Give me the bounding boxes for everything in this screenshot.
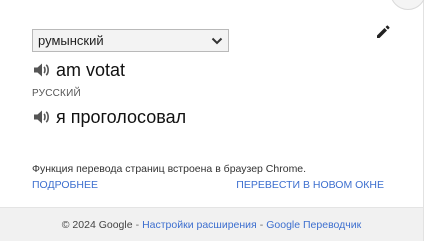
footer-separator: - xyxy=(135,218,140,231)
learn-more-link[interactable]: ПОДРОБНЕЕ xyxy=(32,179,98,191)
source-text: am votat xyxy=(56,60,126,80)
copyright-text: © 2024 Google xyxy=(61,218,133,231)
translate-new-window-link[interactable]: ПЕРЕВЕСТИ В НОВОМ ОКНЕ xyxy=(236,179,384,191)
target-language-label: РУССКИЙ xyxy=(32,88,81,99)
source-row: am votat xyxy=(33,60,125,80)
toolbar-button-edge xyxy=(390,0,425,10)
translated-text: я проголосовал xyxy=(56,107,187,127)
google-translate-link[interactable]: Google Переводчик xyxy=(266,219,361,231)
footer-separator: - xyxy=(259,218,264,231)
translate-popup: румынский am votat РУССКИЙ я проголосова… xyxy=(0,0,425,241)
source-language-select[interactable]: румынский xyxy=(32,29,229,52)
chrome-translate-info: Функция перевода страниц встроена в брау… xyxy=(32,163,307,175)
speaker-icon[interactable] xyxy=(33,109,51,125)
extension-settings-link[interactable]: Настройки расширения xyxy=(142,219,257,231)
footer: © 2024 Google - Настройки расширения - G… xyxy=(0,207,423,241)
speaker-icon[interactable] xyxy=(33,62,51,78)
target-row: я проголосовал xyxy=(33,107,186,127)
pencil-icon[interactable] xyxy=(374,23,392,41)
chevron-down-icon xyxy=(211,37,223,45)
source-language-value: румынский xyxy=(38,33,104,48)
